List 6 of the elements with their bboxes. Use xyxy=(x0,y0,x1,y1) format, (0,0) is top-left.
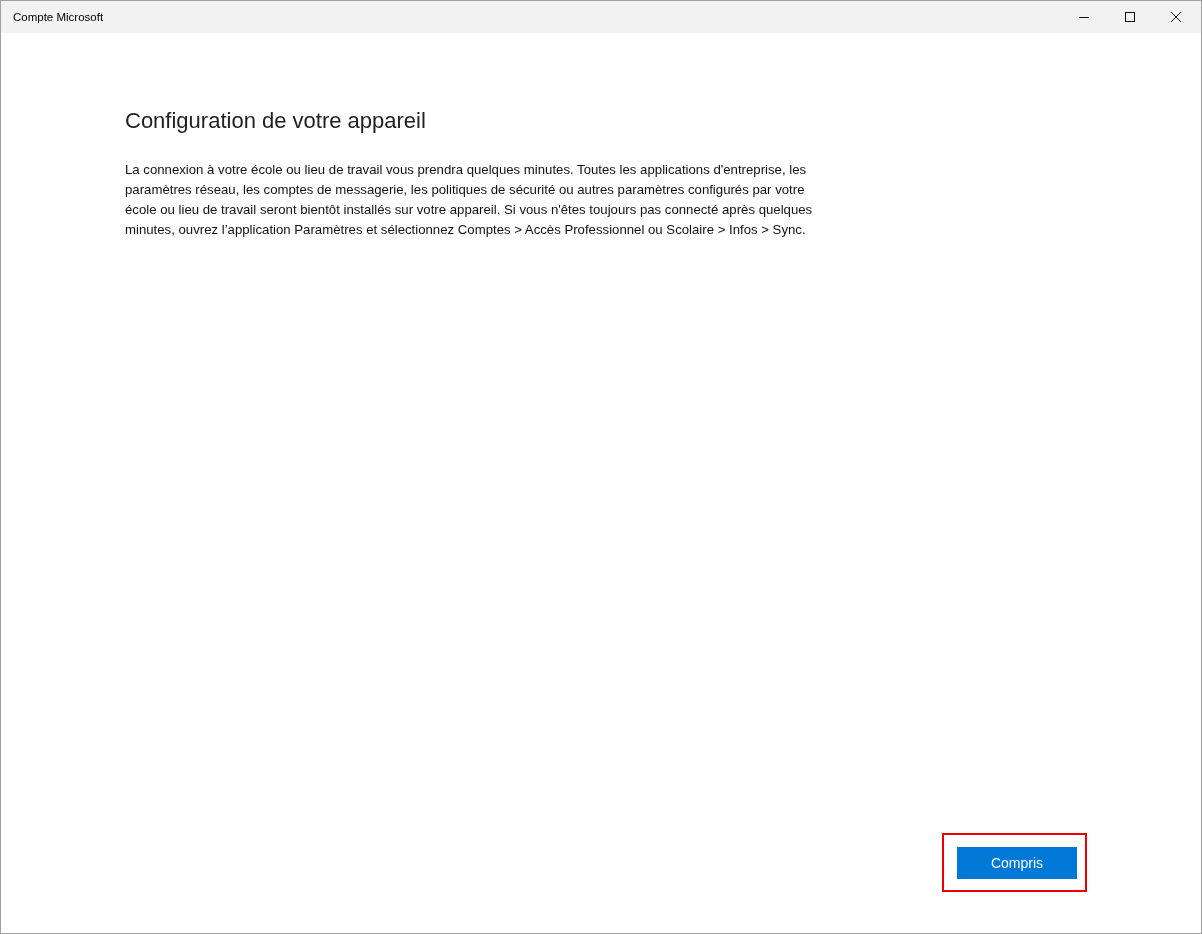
description-text: La connexion à votre école ou lieu de travail vous prendra quelques minutes. Toutes les applications d'entreprise, les paramètres réseau, les comptes de messagerie, les politiques de sécurité ou autres paramètres configurés par votre école ou lieu de travail seront bientôt installés sur votre appareil. Si vous n'êtes toujours pas connecté après quelques minutes, ouvrez l’application Paramètres et sélectionnez Comptes > Accès Professionnel ou Scolaire > Infos > Sync. xyxy=(125,161,814,239)
maximize-icon[interactable] xyxy=(1125,12,1135,22)
compris-button[interactable]: Compris xyxy=(957,847,1077,879)
page-heading: Configuration de votre appareil xyxy=(125,108,427,134)
close-icon[interactable] xyxy=(1171,12,1181,22)
window-title: Compte Microsoft xyxy=(13,11,104,23)
